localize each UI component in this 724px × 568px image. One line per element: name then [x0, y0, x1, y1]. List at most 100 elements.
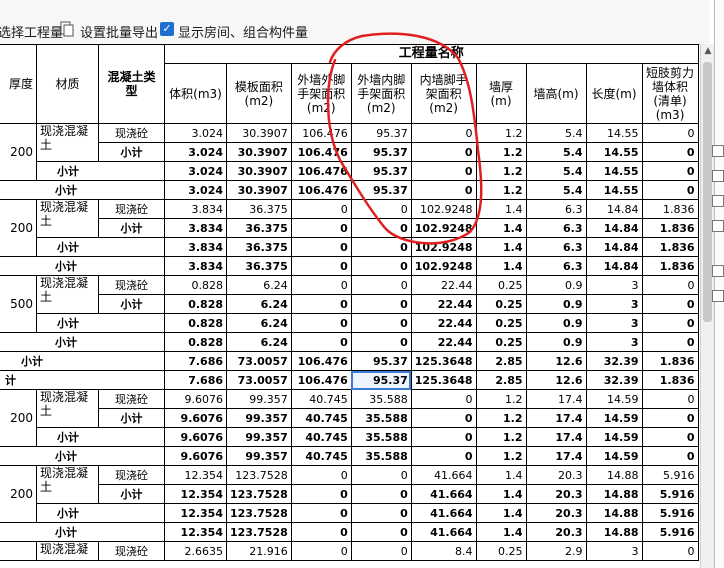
batch-export-button[interactable]: 设置批量导出: [80, 22, 158, 41]
table-cell[interactable]: 0: [290, 503, 352, 523]
table-cell[interactable]: 3: [585, 332, 643, 352]
table-cell[interactable]: 1.4: [475, 199, 527, 219]
concrete-type-cell[interactable]: 现浇砼: [98, 465, 165, 485]
table-cell[interactable]: 3.834: [164, 256, 227, 276]
table-cell[interactable]: 1.4: [475, 218, 527, 238]
table-cell[interactable]: 1.2: [475, 161, 527, 181]
table-cell[interactable]: 1.2: [475, 408, 527, 428]
table-cell[interactable]: 0: [290, 522, 352, 542]
table-cell[interactable]: 0: [641, 123, 699, 143]
header-col-11[interactable]: 短肢剪力墙体积(清单)(m3): [641, 63, 699, 124]
table-cell[interactable]: 35.588: [350, 446, 412, 466]
table-row[interactable]: 现浇混凝 现浇砼 2.6635 21.916 0 0 8.4 0.25 2.9 3 0: [0, 541, 699, 561]
table-cell[interactable]: 102.9248: [410, 199, 477, 219]
scrollbar-thumb[interactable]: [703, 62, 712, 322]
table-cell[interactable]: 0.828: [164, 313, 227, 333]
table-cell[interactable]: 106.476: [290, 161, 352, 181]
table-cell[interactable]: 1.836: [641, 199, 699, 219]
export-settings-icon[interactable]: [60, 21, 74, 37]
table-cell[interactable]: 7.686: [164, 351, 227, 371]
table-cell[interactable]: 1.4: [475, 465, 527, 485]
material-cell[interactable]: 现浇混凝: [36, 541, 99, 561]
table-cell[interactable]: 40.745: [290, 389, 352, 409]
table-cell[interactable]: 0: [350, 237, 412, 257]
table-cell[interactable]: 2.85: [475, 351, 527, 371]
thickness-cell[interactable]: 200: [0, 123, 37, 181]
table-cell[interactable]: 17.4: [525, 446, 587, 466]
table-cell[interactable]: 73.0057: [226, 351, 292, 371]
table-row[interactable]: 200 现浇混凝土 现浇砼 3.834 36.375 0 0 102.9248 1.4 6.3 14…: [0, 199, 699, 257]
table-cell[interactable]: 12.354: [164, 484, 227, 504]
table-cell[interactable]: 3.024: [164, 180, 227, 200]
thickness-cell[interactable]: 200: [0, 465, 37, 523]
table-cell[interactable]: 14.84: [585, 256, 643, 276]
table-cell[interactable]: 3.834: [164, 237, 227, 257]
table-cell[interactable]: 5.4: [525, 161, 587, 181]
table-cell[interactable]: 0.828: [164, 275, 227, 295]
table-row[interactable]: 小计 9.6076 99.357 40.745 35.588 0 1.2 17.4 14.59 0: [0, 446, 699, 466]
table-cell[interactable]: 1.4: [475, 237, 527, 257]
table-cell[interactable]: 6.24: [226, 275, 292, 295]
table-row[interactable]: 小计 7.686 73.0057 106.476 95.37 125.3648 2.85 12…: [0, 351, 699, 371]
table-row[interactable]: 200 现浇混凝土 现浇砼 3.024 30.3907 106.476 95.37 0 1.2 5…: [0, 123, 699, 181]
table-cell[interactable]: 95.37: [350, 180, 412, 200]
table-cell[interactable]: 0.25: [475, 313, 527, 333]
table-cell[interactable]: 9.6076: [164, 389, 227, 409]
concrete-type-cell[interactable]: 现浇砼: [98, 199, 165, 219]
table-cell[interactable]: 0: [350, 465, 412, 485]
table-cell[interactable]: 40.745: [290, 427, 352, 447]
table-cell[interactable]: 6.24: [226, 294, 292, 314]
table-cell[interactable]: 14.84: [585, 199, 643, 219]
table-cell[interactable]: 2.6635: [164, 541, 227, 561]
table-cell[interactable]: 102.9248: [410, 218, 477, 238]
table-cell[interactable]: 14.55: [585, 142, 643, 162]
table-cell[interactable]: 2.9: [525, 541, 587, 561]
table-cell[interactable]: 36.375: [226, 256, 292, 276]
table-cell[interactable]: 0: [350, 522, 412, 542]
table-cell[interactable]: 0: [410, 142, 477, 162]
table-cell[interactable]: 9.6076: [164, 446, 227, 466]
table-cell[interactable]: 0.9: [525, 332, 587, 352]
table-row[interactable]: 小计 12.354 123.7528 0 0 41.664 1.4 20.3 14.88 5.91…: [0, 522, 699, 542]
table-row[interactable]: 小计 3.024 30.3907 106.476 95.37 0 1.2 5.4 14.55 0: [0, 180, 699, 200]
material-cell[interactable]: 现浇混凝土: [36, 465, 99, 504]
table-cell[interactable]: 5.4: [525, 142, 587, 162]
table-row[interactable]: 计 7.686 73.0057 106.476 95.37 125.3648 2.85 12.…: [0, 370, 699, 390]
table-cell[interactable]: 36.375: [226, 218, 292, 238]
table-cell[interactable]: 5.916: [641, 484, 699, 504]
table-row[interactable]: 200 现浇混凝土 现浇砼 9.6076 99.357 40.745 35.588 0 1.2 1…: [0, 389, 699, 447]
table-cell[interactable]: 73.0057: [226, 370, 292, 390]
table-cell[interactable]: 17.4: [525, 427, 587, 447]
panel-checkbox[interactable]: [712, 220, 724, 232]
table-cell[interactable]: 123.7528: [226, 503, 292, 523]
table-cell[interactable]: 0: [350, 313, 412, 333]
table-cell[interactable]: 0.9: [525, 313, 587, 333]
table-cell[interactable]: 30.3907: [226, 142, 292, 162]
table-cell[interactable]: 0: [350, 256, 412, 276]
table-cell[interactable]: 0: [641, 275, 699, 295]
table-cell[interactable]: 0: [641, 446, 699, 466]
table-cell[interactable]: 0: [641, 427, 699, 447]
table-cell[interactable]: 30.3907: [226, 180, 292, 200]
material-cell[interactable]: 现浇混凝土: [36, 275, 99, 314]
thickness-cell[interactable]: 200: [0, 389, 37, 447]
table-cell[interactable]: 0: [350, 503, 412, 523]
table-cell[interactable]: 14.59: [585, 408, 643, 428]
table-cell[interactable]: 22.44: [410, 294, 477, 314]
panel-checkbox[interactable]: [712, 265, 724, 277]
table-cell[interactable]: 0: [410, 161, 477, 181]
table-cell[interactable]: 1.836: [641, 256, 699, 276]
table-cell[interactable]: 3: [585, 313, 643, 333]
table-cell[interactable]: 12.354: [164, 503, 227, 523]
table-row[interactable]: 小计 3.834 36.375 0 0 102.9248 1.4 6.3 14.84 1.836: [0, 256, 699, 276]
table-cell[interactable]: 106.476: [290, 142, 352, 162]
table-cell[interactable]: 1.2: [475, 389, 527, 409]
table-cell[interactable]: 0: [290, 332, 352, 352]
table-cell[interactable]: 5.4: [525, 123, 587, 143]
table-cell[interactable]: 0: [350, 199, 412, 219]
concrete-type-cell[interactable]: 现浇砼: [98, 123, 165, 143]
table-cell[interactable]: 99.357: [226, 389, 292, 409]
table-cell[interactable]: 99.357: [226, 408, 292, 428]
table-cell[interactable]: 0: [350, 484, 412, 504]
table-cell[interactable]: 1.836: [641, 218, 699, 238]
